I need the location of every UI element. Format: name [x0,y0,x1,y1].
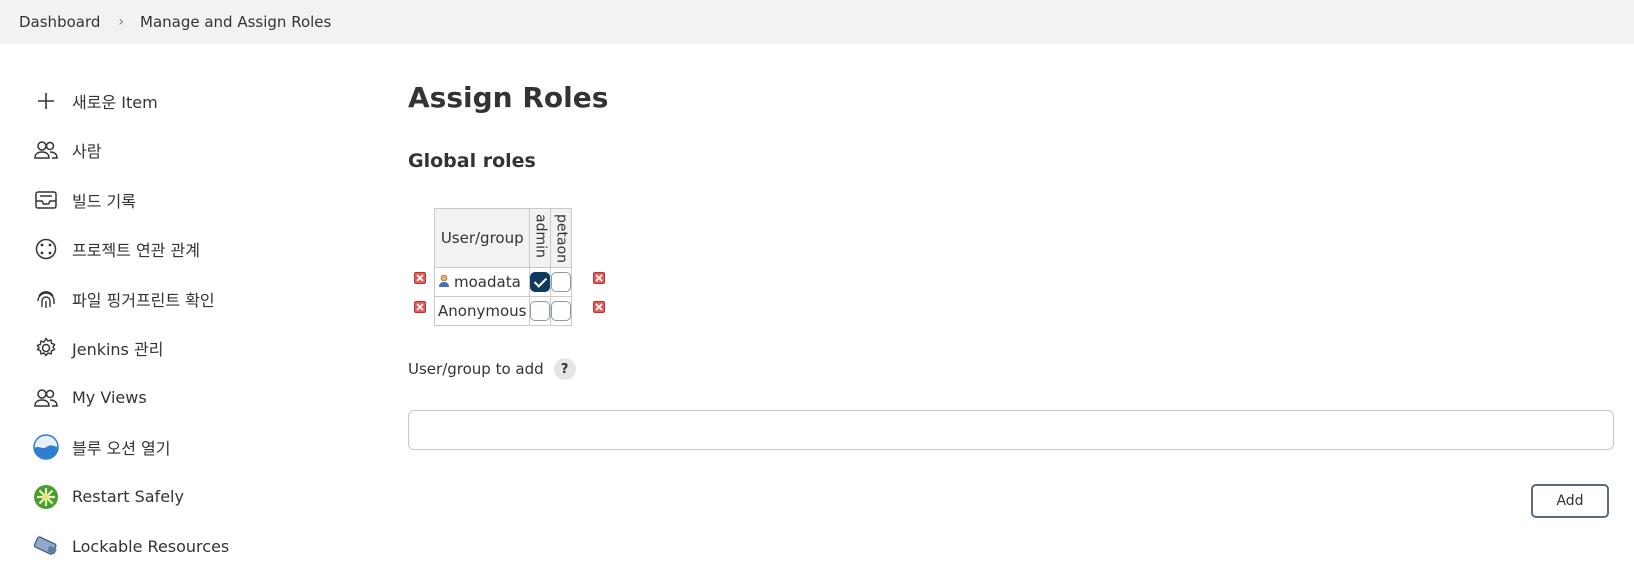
remove-row-anonymous-right-icon[interactable] [593,301,605,313]
sidebar-item-blue-ocean[interactable]: 블루 오션 열기 [33,423,363,473]
checkbox-cell [529,267,552,298]
help-icon[interactable]: ? [553,358,576,380]
blue-ocean-icon [33,434,59,460]
table-row: Anonymous [433,296,573,327]
fingerprint-icon [33,286,59,312]
roles-table: User/group admin petaon moadata Anonymou… [433,207,573,327]
user-group-input[interactable] [408,410,1614,450]
sidebar-item-label: 사람 [72,142,102,162]
user-cell: moadata [433,267,531,298]
inbox-icon [33,187,59,213]
role-checkbox-moadata-petaon[interactable] [551,272,572,293]
sidebar-item-label: My Views [72,388,147,408]
checkbox-cell [529,296,552,327]
gear-icon [33,335,59,361]
role-checkbox-anonymous-petaon[interactable] [551,301,572,322]
add-user-group-label: User/group to add ? [408,358,576,380]
sidebar-item-restart-safely[interactable]: Restart Safely [33,472,363,522]
user-name: moadata [454,272,521,291]
sidebar-item-label: 블루 오션 열기 [72,439,171,459]
sidebar-item-fingerprint[interactable]: 파일 핑거프린트 확인 [33,274,363,324]
page-title: Assign Roles [408,81,609,114]
table-row: moadata [433,267,573,298]
column-header-user-group: User/group [433,207,531,269]
column-header-role: petaon [550,207,573,269]
sidebar-item-label: 새로운 Item [72,92,158,112]
user-cell: Anonymous [433,296,531,327]
restart-icon [33,484,59,510]
breadcrumb-dashboard[interactable]: Dashboard [0,13,100,31]
table-header-row: User/group admin petaon [433,207,573,269]
checkbox-cell [550,296,573,327]
breadcrumb-manage-assign-roles[interactable]: Manage and Assign Roles [124,13,331,31]
role-checkbox-anonymous-admin[interactable] [530,301,551,322]
sidebar-item-label: Lockable Resources [72,536,230,556]
sidebar-item-lockable-resources[interactable]: Lockable Resources [33,522,363,572]
sidebar-item-label: 파일 핑거프린트 확인 [72,290,215,310]
remove-row-anonymous-left-icon[interactable] [414,301,426,313]
main-content: Assign Roles Global roles User/group adm… [408,78,1614,518]
lockable-resources-icon [33,533,59,559]
plus-icon [33,88,59,114]
checkbox-cell [550,267,573,298]
sidebar-item-build-history[interactable]: 빌드 기록 [33,175,363,225]
relationship-icon [33,236,59,262]
sidebar-item-new-item[interactable]: 새로운 Item [33,76,363,126]
sidebar-item-label: 프로젝트 연관 관계 [72,241,200,261]
user-name: Anonymous [438,302,527,321]
sidebar-item-project-relationship[interactable]: 프로젝트 연관 관계 [33,225,363,275]
role-checkbox-moadata-admin[interactable] [530,272,551,293]
add-label-text: User/group to add [408,360,544,378]
sidebar-item-my-views[interactable]: My Views [33,373,363,423]
remove-row-moadata-left-icon[interactable] [414,272,426,284]
sidebar-item-manage-jenkins[interactable]: Jenkins 관리 [33,324,363,374]
sidebar: 새로운 Item 사람 빌드 기록 프로젝트 연관 관계 파일 핑거프린트 확인… [33,76,363,571]
sidebar-item-label: Restart Safely [72,487,184,507]
section-title-global-roles: Global roles [408,150,536,172]
column-header-role: admin [529,207,552,269]
people-icon [33,137,59,163]
people-icon [33,385,59,411]
breadcrumb: Dashboard › Manage and Assign Roles [0,0,1634,44]
sidebar-item-label: Jenkins 관리 [72,340,164,360]
role-name-admin: admin [532,214,549,258]
remove-row-moadata-right-icon[interactable] [593,272,605,284]
user-icon [438,273,450,291]
sidebar-item-label: 빌드 기록 [72,191,136,211]
role-name-petaon: petaon [553,214,570,264]
add-button[interactable]: Add [1531,484,1609,518]
sidebar-item-people[interactable]: 사람 [33,126,363,176]
